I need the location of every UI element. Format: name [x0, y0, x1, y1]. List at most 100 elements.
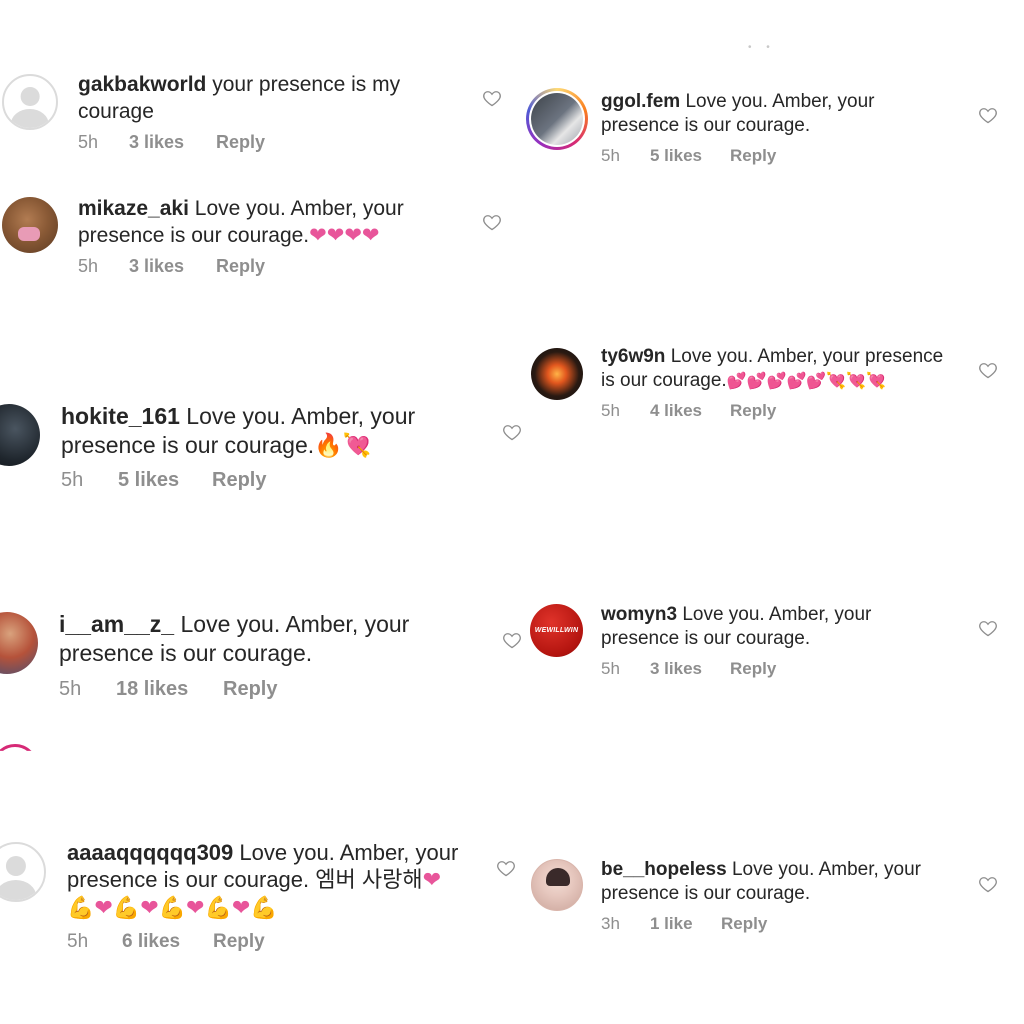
reply-button[interactable]: Reply [730, 146, 776, 166]
avatar-photo [531, 93, 583, 145]
likes-count[interactable]: 1 like [650, 914, 721, 934]
comment-body-line: presence is our courage. [601, 883, 811, 905]
likes-count[interactable]: 3 likes [650, 659, 730, 679]
comment-body: your presence is my [212, 73, 401, 96]
comment-text: hokite_161 Love you. Amber, your presenc… [61, 402, 415, 460]
avatar[interactable] [531, 859, 583, 911]
avatar-label: WEWILLWIN [534, 627, 579, 634]
timestamp: 5h [601, 401, 620, 420]
username[interactable]: womyn3 [601, 604, 677, 625]
heart-outline-icon[interactable] [496, 858, 516, 878]
story-ring-partial [0, 744, 38, 751]
emoji: 💕💕💕💕💕💘💘💘 [726, 373, 887, 391]
comment-meta: 5h 4 likes Reply [601, 401, 776, 421]
comment-body: Love you. Amber, your [685, 91, 875, 112]
reply-button[interactable]: Reply [213, 931, 265, 953]
avatar[interactable] [2, 74, 58, 130]
heart-outline-icon[interactable] [978, 874, 998, 894]
comment-body: Love you. Amber, your [186, 403, 416, 429]
emoji: 🔥💘 [314, 432, 372, 459]
username[interactable]: be__hopeless [601, 859, 727, 880]
likes-count[interactable]: 3 likes [129, 256, 216, 277]
avatar-photo [18, 227, 40, 241]
avatar[interactable] [0, 612, 38, 674]
timestamp: 5h [78, 256, 99, 276]
comment-body: Love you. Amber, your [194, 197, 404, 220]
avatar[interactable] [531, 348, 583, 400]
heart-outline-icon[interactable] [482, 212, 502, 232]
comment-meta: 5h 5 likes Reply [61, 469, 266, 492]
avatar[interactable] [0, 842, 46, 902]
comment-text: mikaze_aki Love you. Amber, your presenc… [78, 196, 404, 249]
emoji: ❤ [422, 867, 442, 893]
likes-count[interactable]: 3 likes [129, 132, 216, 153]
comment-body: Love you. Amber, your [682, 604, 872, 625]
username[interactable]: ty6w9n [601, 346, 665, 367]
comment-text: gakbakworld your presence is my courage [78, 72, 400, 125]
comment-body-line: presence is our courage. 엠버 사랑해 [67, 867, 423, 893]
comment-body-line: presence is our courage. [601, 628, 811, 650]
username[interactable]: ggol.fem [601, 91, 680, 112]
comment-meta: 5h 18 likes Reply [59, 678, 277, 701]
username[interactable]: aaaaqqqqqq309 [67, 840, 233, 865]
reply-button[interactable]: Reply [223, 678, 277, 701]
timestamp: 3h [601, 914, 620, 933]
reply-button[interactable]: Reply [216, 256, 265, 277]
likes-count[interactable]: 4 likes [650, 401, 730, 421]
avatar-illustration [546, 868, 570, 886]
comment-body: Love you. Amber, your [731, 859, 922, 880]
likes-count[interactable]: 18 likes [116, 678, 223, 701]
username[interactable]: mikaze_aki [78, 197, 189, 220]
comment-body-line: presence is our courage. [61, 432, 315, 459]
comment-body-line: is our courage. [601, 370, 727, 392]
timestamp: 5h [78, 132, 99, 152]
username[interactable]: i__am__z_ [59, 611, 174, 637]
comment-text: be__hopeless Love you. Amber, your prese… [601, 858, 921, 906]
comment-text: ggol.fem Love you. Amber, your presence … [601, 90, 875, 138]
avatar[interactable] [526, 88, 588, 150]
heart-outline-icon[interactable] [978, 360, 998, 380]
likes-count[interactable]: 5 likes [118, 469, 212, 492]
emoji-line: 💪❤💪❤💪❤💪❤💪 [67, 894, 278, 920]
username[interactable]: hokite_161 [61, 403, 180, 429]
reply-button[interactable]: Reply [212, 469, 266, 492]
comment-meta: 5h 3 likes Reply [601, 659, 776, 679]
comment-text: i__am__z_ Love you. Amber, your presence… [59, 610, 409, 668]
heart-outline-icon[interactable] [978, 105, 998, 125]
comment-body-line: presence is our courage. [78, 223, 310, 247]
timestamp: 5h [59, 678, 82, 700]
reply-button[interactable]: Reply [730, 401, 776, 421]
default-avatar-icon [5, 856, 27, 877]
comment-meta: 5h 6 likes Reply [67, 931, 265, 953]
avatar[interactable] [0, 404, 40, 466]
reply-button[interactable]: Reply [730, 659, 776, 679]
scroll-edge-dots: • • [748, 42, 776, 53]
heart-outline-icon[interactable] [502, 630, 522, 650]
comment-meta: 5h 3 likes Reply [78, 256, 265, 277]
timestamp: 5h [601, 146, 620, 165]
heart-outline-icon[interactable] [482, 88, 502, 108]
comment-meta: 5h 5 likes Reply [601, 146, 776, 166]
reply-button[interactable]: Reply [721, 914, 767, 934]
reply-button[interactable]: Reply [216, 132, 265, 153]
comment-body-line: presence is our courage. [59, 640, 313, 667]
heart-outline-icon[interactable] [978, 618, 998, 638]
comment-text: womyn3 Love you. Amber, your presence is… [601, 603, 871, 651]
avatar[interactable]: WEWILLWIN [530, 604, 583, 657]
comment-body: Love you. Amber, your presence [670, 346, 944, 367]
default-avatar-icon [20, 87, 40, 107]
timestamp: 5h [67, 931, 89, 952]
timestamp: 5h [61, 469, 84, 491]
comment-body: Love you. Amber, your [180, 611, 410, 637]
heart-outline-icon[interactable] [502, 422, 522, 442]
comment-body: Love you. Amber, your [239, 840, 459, 865]
comment-body-line: presence is our courage. [601, 115, 811, 137]
avatar[interactable] [2, 197, 58, 253]
comment-text: ty6w9n Love you. Amber, your presence is… [601, 345, 943, 393]
username[interactable]: gakbakworld [78, 73, 206, 96]
comment-meta: 5h 3 likes Reply [78, 132, 265, 153]
likes-count[interactable]: 5 likes [650, 146, 730, 166]
timestamp: 5h [601, 659, 620, 678]
emoji: ❤❤❤❤ [309, 223, 380, 247]
likes-count[interactable]: 6 likes [122, 931, 213, 953]
